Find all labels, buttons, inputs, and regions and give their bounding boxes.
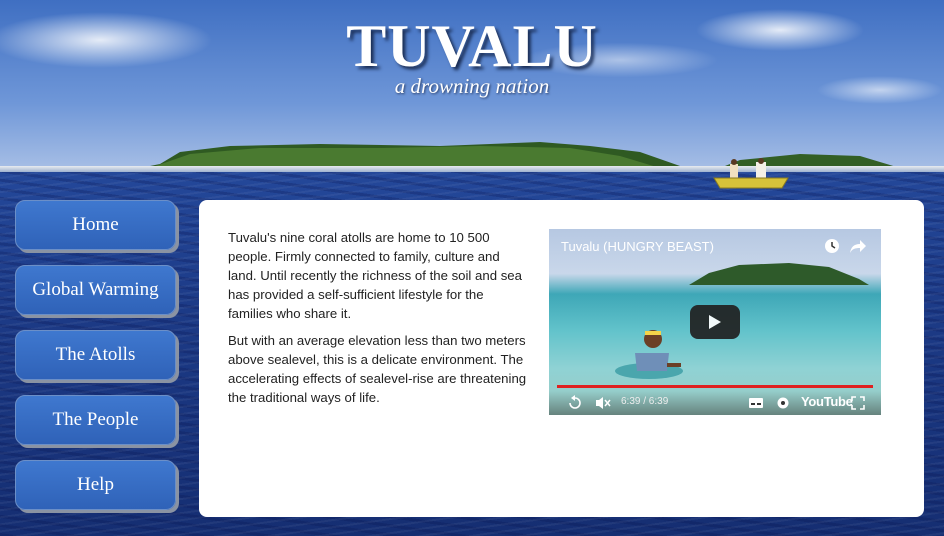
intro-paragraph-2: But with an average elevation less than …	[228, 333, 527, 405]
nav-global-warming-button[interactable]: Global Warming	[15, 265, 176, 315]
content-panel: Tuvalu's nine coral atolls are home to 1…	[199, 200, 924, 517]
canoe-image	[713, 158, 789, 189]
replay-icon[interactable]	[567, 395, 583, 411]
intro-text: Tuvalu's nine coral atolls are home to 1…	[228, 228, 528, 407]
video-child-figure	[615, 330, 683, 379]
play-icon	[709, 315, 721, 329]
video-player[interactable]: Tuvalu (HUNGRY BEAST) 6:39 / 6:39 YouTub…	[549, 229, 881, 415]
mute-icon[interactable]	[595, 395, 611, 411]
intro-paragraph-1: Tuvalu's nine coral atolls are home to 1…	[228, 230, 522, 321]
shoreline	[0, 166, 944, 172]
captions-icon[interactable]	[748, 395, 764, 411]
site-subtitle: a drowning nation	[394, 74, 550, 98]
site-title: TUVALU	[346, 13, 598, 79]
youtube-logo[interactable]: YouTube	[801, 394, 853, 409]
nav-the-atolls-button[interactable]: The Atolls	[15, 330, 176, 380]
video-title[interactable]: Tuvalu (HUNGRY BEAST)	[561, 239, 714, 254]
video-island	[689, 263, 869, 285]
video-time: 6:39 / 6:39	[621, 396, 669, 407]
nav-the-people-button[interactable]: The People	[15, 395, 176, 445]
video-controls: 6:39 / 6:39 YouTube	[549, 391, 881, 415]
share-icon[interactable]	[849, 238, 867, 254]
settings-icon[interactable]	[775, 395, 791, 411]
nav-home-button[interactable]: Home	[15, 200, 176, 250]
header-banner: TUVALU a drowning nation	[0, 0, 944, 172]
watch-later-icon[interactable]	[824, 238, 840, 254]
fullscreen-icon[interactable]	[850, 395, 866, 411]
nav-help-button[interactable]: Help	[15, 460, 176, 510]
progress-bar[interactable]	[557, 385, 873, 388]
play-button[interactable]	[690, 305, 740, 339]
